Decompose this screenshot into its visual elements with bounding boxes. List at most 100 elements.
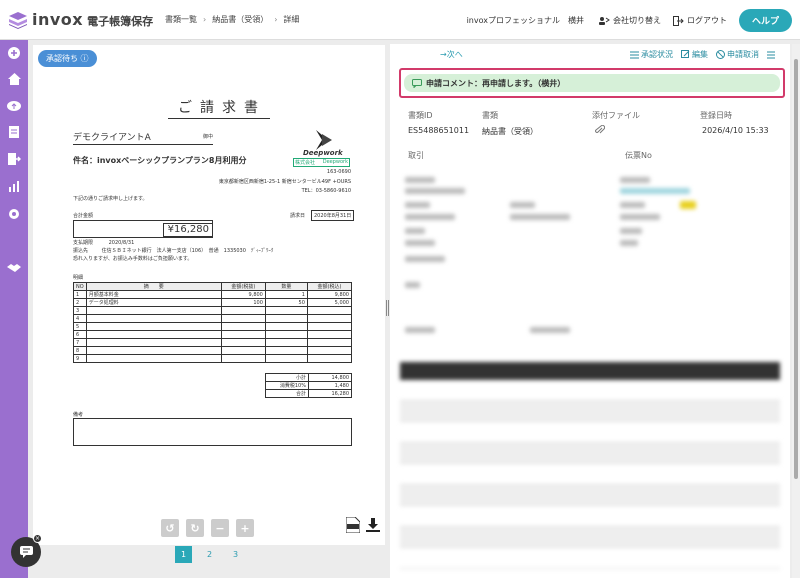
grand-row: 合計 16,280 xyxy=(265,389,352,398)
table-cell: 1 xyxy=(264,290,308,299)
client-name-text: デモクライアントA xyxy=(73,133,151,143)
table-row: 5 xyxy=(73,322,353,331)
blurred-table-row xyxy=(400,401,780,422)
table-cell xyxy=(85,322,222,331)
table-cell xyxy=(306,322,353,331)
due-date: 2020/8/31 xyxy=(108,240,135,246)
table-cell: 5,000 xyxy=(306,298,353,307)
paperclip-icon[interactable] xyxy=(595,124,606,135)
zoom-in-icon[interactable]: + xyxy=(236,519,254,537)
date-label: 請求日 xyxy=(290,213,306,219)
status-badge[interactable]: 承認待ち ⓘ xyxy=(38,50,97,67)
chevron-right-icon: › xyxy=(203,15,207,24)
menu-icon[interactable] xyxy=(767,51,775,59)
pdf-icon[interactable] xyxy=(346,517,360,533)
honorific: 御中 xyxy=(202,134,213,140)
breadcrumb-doc-list[interactable]: 書類一覧 xyxy=(165,14,197,25)
bar-chart-icon[interactable] xyxy=(6,178,22,194)
document-icon[interactable] xyxy=(6,124,22,140)
items-body: 1 月額基本料金 9,800 1 9,800 2 データ処理料 100 50 5,000 3 4 5 6 7… xyxy=(73,290,353,363)
edit-icon xyxy=(681,50,690,58)
blurred-table-header xyxy=(400,362,780,380)
panel-resize-handle[interactable] xyxy=(386,300,389,316)
bank-row: 振込先 住信ＳＢＩネット銀行 法人第一支店（106） 普通 1335030 ﾃﾞ… xyxy=(73,247,273,254)
page-3-button[interactable]: 3 xyxy=(227,546,244,563)
table-row: 8 xyxy=(73,346,353,355)
gear-icon[interactable] xyxy=(6,206,22,222)
rotate-left-icon[interactable]: ↺ xyxy=(161,519,179,537)
table-cell xyxy=(85,346,222,355)
download-icon[interactable] xyxy=(366,518,380,532)
table-cell xyxy=(85,314,222,323)
table-cell: 9 xyxy=(73,354,87,363)
help-button[interactable]: ヘルプ xyxy=(738,9,792,32)
table-cell xyxy=(264,346,308,355)
table-cell xyxy=(306,330,353,339)
field-doc-type: 書類 納品書（受領） xyxy=(482,110,538,137)
field-doc-id: 書類ID ES5488651011 xyxy=(408,110,469,135)
table-row: 2 データ処理料 100 50 5,000 xyxy=(73,298,353,307)
issuer-address: 東京都新宿区西新宿1-25-1 新宿センタービル49F +OURS xyxy=(218,179,351,185)
upload-cloud-icon[interactable] xyxy=(6,97,22,113)
total-amount-box: ¥16,280 xyxy=(73,220,213,238)
table-row: 3 xyxy=(73,306,353,315)
field-registered-at: 登録日時 2026/4/10 15:33 xyxy=(700,110,769,135)
table-cell: 100 xyxy=(220,298,266,307)
issuer-stamp-left: 株式会社 xyxy=(295,160,316,166)
add-circle-icon[interactable] xyxy=(6,45,22,61)
close-icon[interactable]: × xyxy=(33,534,42,543)
blurred-text xyxy=(405,202,430,208)
cancel-request-label: 申請取消 xyxy=(727,50,759,59)
subtotal-row: 小計 14,800 xyxy=(265,373,352,382)
zoom-out-icon[interactable]: − xyxy=(211,519,229,537)
detail-scrollbar[interactable] xyxy=(792,44,800,578)
switch-company-button[interactable]: 会社切り替え xyxy=(598,15,661,26)
col-header: 数量 xyxy=(264,282,308,291)
blurred-table-row xyxy=(400,422,780,443)
trade-label: 取引 xyxy=(408,151,424,160)
cancel-request-button[interactable]: 申請取消 xyxy=(716,49,759,60)
logout-button[interactable]: ログアウト xyxy=(672,15,727,26)
breadcrumb-delivery-note[interactable]: 納品書（受領） xyxy=(212,14,268,25)
blurred-text xyxy=(405,327,435,333)
comment-highlight: 申請コメント：再申請します。（横井） xyxy=(399,68,785,98)
blurred-text xyxy=(620,188,690,194)
home-icon[interactable] xyxy=(6,71,22,87)
attachment-label: 添付ファイル xyxy=(592,111,640,120)
approval-status-button[interactable]: 承認状況 xyxy=(630,49,673,60)
blurred-text xyxy=(530,327,570,333)
blurred-table-row xyxy=(400,485,780,506)
blurred-text xyxy=(405,214,455,220)
table-cell xyxy=(264,330,308,339)
table-cell xyxy=(306,314,353,323)
issuer-logo-text: Deepwork xyxy=(303,149,343,157)
remarks-box xyxy=(73,418,352,446)
next-link[interactable]: →次へ xyxy=(440,49,463,60)
rotate-right-icon[interactable]: ↻ xyxy=(186,519,204,537)
comment-icon xyxy=(412,78,422,88)
logout-icon xyxy=(672,15,684,26)
table-cell xyxy=(85,306,222,315)
handshake-icon[interactable] xyxy=(6,260,22,276)
export-document-icon[interactable] xyxy=(6,151,22,167)
users-swap-icon xyxy=(598,16,610,25)
table-cell xyxy=(306,338,353,347)
breadcrumb: 書類一覧 › 納品書（受領） › 詳細 xyxy=(165,14,299,25)
request-comment-text: 申請コメント：再申請します。（横井） xyxy=(426,78,566,88)
edit-label: 編集 xyxy=(692,50,708,59)
page-2-button[interactable]: 2 xyxy=(201,546,218,563)
scroll-thumb[interactable] xyxy=(794,59,798,479)
blurred-text xyxy=(405,256,445,262)
app-logo[interactable]: invox 電子帳簿保存 xyxy=(8,10,153,29)
blurred-text xyxy=(405,177,435,183)
table-row: 9 xyxy=(73,354,353,363)
table-cell: 3 xyxy=(73,306,87,315)
edit-button[interactable]: 編集 xyxy=(681,49,708,60)
table-cell: 月額基本料金 xyxy=(85,290,222,299)
table-row: 7 xyxy=(73,338,353,347)
table-cell xyxy=(220,354,266,363)
table-cell xyxy=(264,338,308,347)
page-1-button[interactable]: 1 xyxy=(175,546,192,563)
chevron-right-icon: › xyxy=(274,15,278,24)
table-cell xyxy=(264,322,308,331)
